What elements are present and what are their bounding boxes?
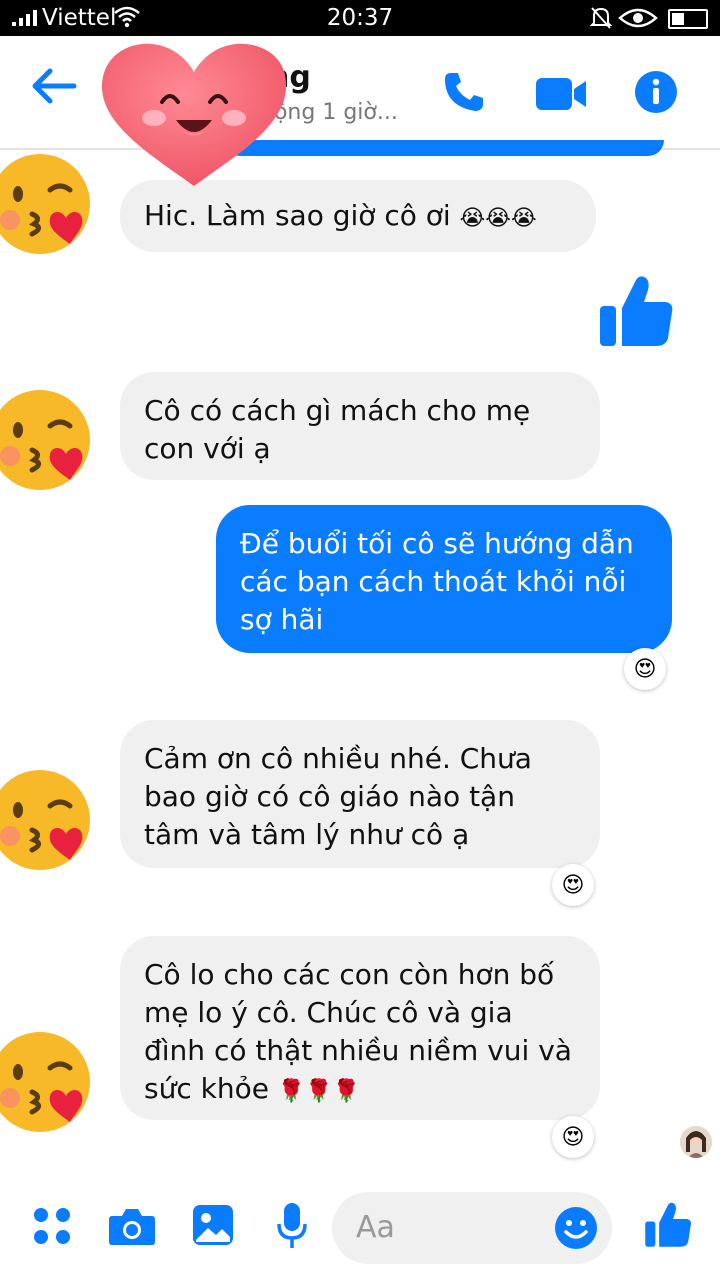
phone-icon[interactable] (442, 70, 486, 114)
clock: 20:37 (326, 5, 394, 31)
message-bubble-incoming[interactable]: Cô có cách gì mách cho mẹ con với ạ (120, 372, 600, 480)
eye-icon (618, 8, 658, 28)
rose-emoji-icon: 🌹🌹🌹 (277, 1079, 361, 1104)
contact-avatar-kiss-emoji[interactable] (0, 1026, 92, 1136)
thumbs-up-icon[interactable] (598, 272, 674, 348)
messenger-screen: Viettel 20:37 ng động 1 giờ... Hic. Làm … (0, 0, 720, 1280)
heart-eyes-emoji-icon: 😍 (561, 1124, 585, 1150)
composer-bar: Aa (0, 1180, 720, 1280)
message-bubble-incoming[interactable]: Cô lo cho các con còn hơn bố mẹ lo ý cô.… (120, 936, 600, 1120)
info-icon[interactable] (634, 70, 678, 114)
seen-avatar (680, 1126, 712, 1158)
message-bubble-incoming[interactable]: Hic. Làm sao giờ cô ơi 😭😭😭 (120, 180, 596, 252)
heart-eyes-reaction[interactable]: 😍 (552, 1116, 594, 1158)
contact-avatar-kiss-emoji[interactable] (0, 764, 92, 874)
smiley-icon[interactable] (554, 1206, 598, 1250)
crying-emoji-icon: 😭😭😭 (459, 206, 537, 231)
heart-face-sticker (101, 43, 287, 186)
message-bubble-outgoing[interactable]: Để buổi tối cô sẽ hướng dẫn các bạn cách… (216, 505, 672, 653)
battery-icon (668, 9, 708, 29)
thumbs-up-icon[interactable] (644, 1200, 692, 1248)
microphone-icon[interactable] (276, 1202, 308, 1250)
gallery-icon[interactable] (192, 1204, 234, 1246)
message-text: Hic. Làm sao giờ cô ơi (144, 199, 451, 232)
message-bubble-incoming[interactable]: Cảm ơn cô nhiều nhé. Chưa bao giờ có cô … (120, 720, 600, 868)
camera-icon[interactable] (108, 1206, 156, 1246)
mute-bell-icon (590, 7, 612, 29)
heart-eyes-reaction[interactable]: 😍 (552, 864, 594, 906)
status-bar: Viettel 20:37 (0, 0, 720, 36)
video-icon[interactable] (536, 76, 588, 112)
menu-grid-icon[interactable] (32, 1206, 72, 1246)
message-text: Cảm ơn cô nhiều nhé. Chưa bao giờ có cô … (144, 742, 532, 851)
message-text: Cô có cách gì mách cho mẹ con với ạ (144, 394, 531, 465)
message-input-placeholder: Aa (356, 1210, 395, 1245)
contact-avatar-kiss-emoji[interactable] (0, 148, 92, 258)
heart-eyes-reaction[interactable]: 😍 (624, 648, 666, 690)
message-input[interactable]: Aa (332, 1192, 612, 1264)
heart-eyes-emoji-icon: 😍 (561, 872, 585, 898)
message-text: Để buổi tối cô sẽ hướng dẫn các bạn cách… (240, 527, 634, 636)
contact-avatar-kiss-emoji[interactable] (0, 384, 92, 494)
back-arrow-icon[interactable] (30, 66, 78, 106)
heart-eyes-emoji-icon: 😍 (633, 656, 657, 682)
